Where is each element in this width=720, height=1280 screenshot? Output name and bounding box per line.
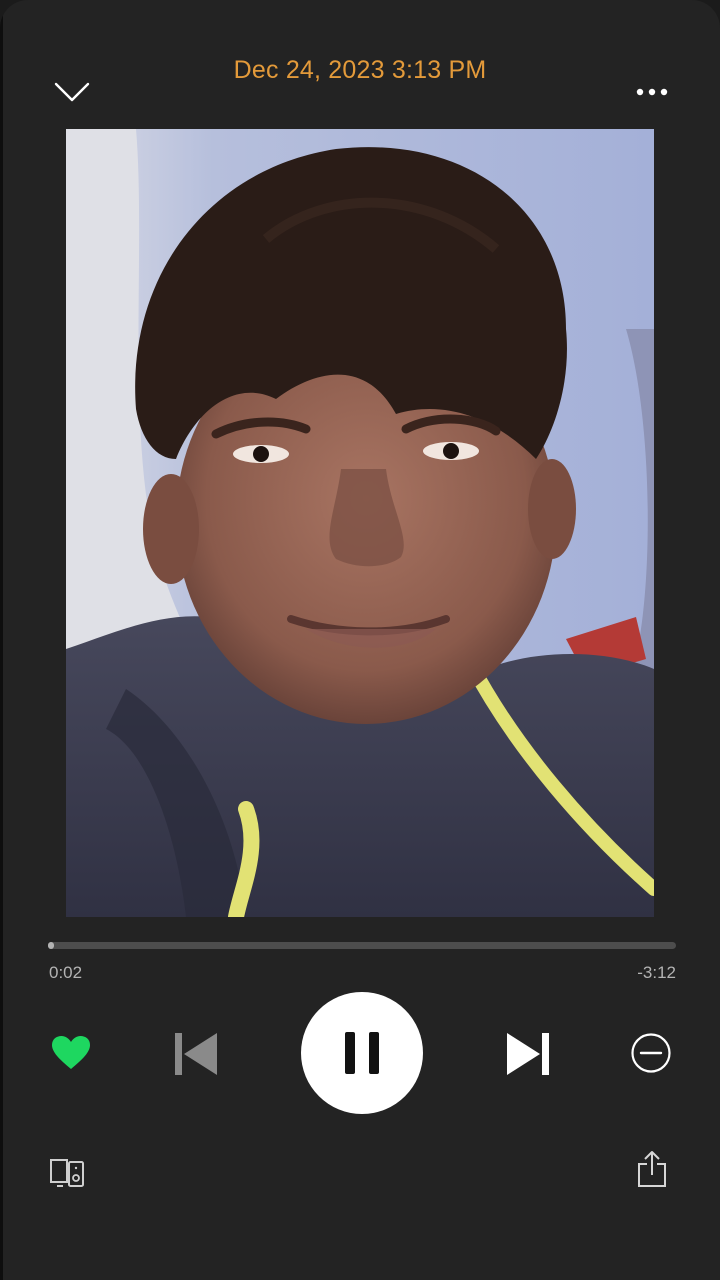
next-button[interactable] <box>500 1028 556 1080</box>
share-button[interactable] <box>633 1148 671 1190</box>
pause-icon <box>345 1032 379 1074</box>
share-icon <box>638 1151 666 1187</box>
connect-devices-button[interactable] <box>46 1154 88 1192</box>
now-playing-screen: Dec 24, 2023 3:13 PM 0:02 -3:12 <box>0 0 720 1280</box>
hide-song-button[interactable] <box>628 1030 674 1076</box>
album-artwork <box>66 129 654 917</box>
elapsed-time: 0:02 <box>49 963 83 982</box>
skip-next-icon <box>507 1033 549 1075</box>
screen-edge <box>0 0 3 1280</box>
connect-devices-icon <box>50 1159 84 1187</box>
progress-bar[interactable] <box>48 942 676 949</box>
artwork-image <box>66 129 654 917</box>
more-options-button[interactable] <box>628 78 676 106</box>
more-dots-icon <box>636 88 668 96</box>
like-button[interactable] <box>46 1030 96 1076</box>
pause-button[interactable] <box>301 992 423 1114</box>
remaining-time: -3:12 <box>637 963 676 982</box>
page-title: Dec 24, 2023 3:13 PM <box>233 56 487 84</box>
progress-fill <box>48 942 55 949</box>
minus-circle-icon <box>631 1033 671 1073</box>
heart-filled-icon <box>52 1036 90 1069</box>
previous-button[interactable] <box>168 1028 224 1080</box>
skip-previous-icon <box>175 1033 217 1075</box>
